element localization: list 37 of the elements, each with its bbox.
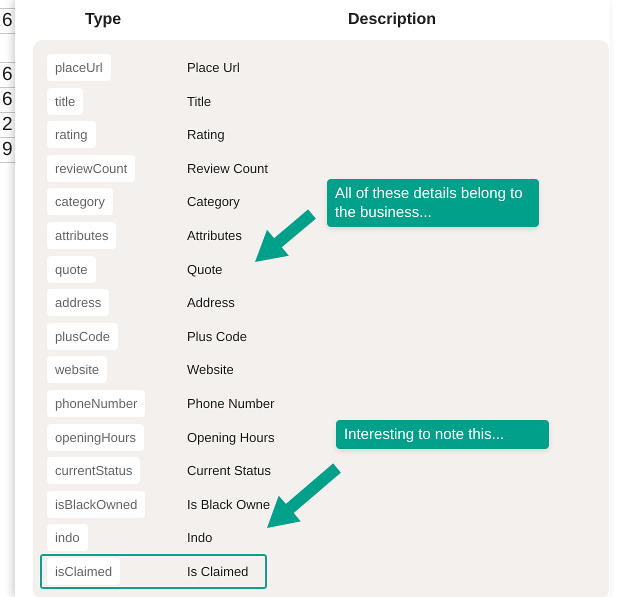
field-description: Place Url	[187, 60, 240, 75]
field-description: Category	[187, 194, 240, 210]
field-description: Phone Number	[187, 396, 274, 411]
field-description: Title	[187, 94, 212, 109]
field-description: Current Status	[187, 463, 271, 478]
field-type-tag: address	[47, 289, 110, 316]
field-description: Website	[187, 362, 234, 378]
field-description: Review Count	[187, 160, 268, 176]
field-description: Plus Code	[187, 328, 247, 344]
field-description: Opening Hours	[187, 430, 274, 445]
field-type-tag: openingHours	[47, 424, 144, 451]
pointer-arrow	[255, 209, 316, 262]
column-header: Description	[348, 11, 438, 29]
field-type-tag: phoneNumber	[47, 390, 146, 417]
field-type-tag: title	[47, 88, 84, 115]
field-description: Is Black Owne	[187, 496, 270, 512]
field-description: Indo	[187, 530, 212, 546]
field-type-tag: currentStatus	[47, 457, 140, 484]
field-type-tag: placeUrl	[47, 54, 111, 81]
column-header: Type	[85, 11, 122, 29]
field-description: Rating	[187, 127, 225, 142]
field-type-tag: plusCode	[47, 322, 118, 350]
annotation-callout: All of these details belong to the business...	[327, 179, 539, 227]
field-description: Attributes	[187, 228, 242, 243]
field-description: Quote	[187, 262, 222, 277]
field-description: Is Claimed	[187, 564, 248, 579]
field-type-tag: indo	[47, 524, 88, 552]
field-description: Address	[187, 295, 235, 310]
field-type-tag: isClaimed	[47, 558, 120, 585]
field-type-tag: website	[47, 356, 108, 384]
field-type-tag: attributes	[47, 222, 116, 249]
field-type-tag: category	[47, 188, 113, 216]
field-type-tag: reviewCount	[47, 154, 136, 182]
annotation-callout: Interesting to note this...	[336, 420, 549, 449]
field-type-tag: rating	[47, 121, 96, 148]
field-type-tag: quote	[47, 256, 96, 283]
field-type-tag: isBlackOwned	[47, 490, 146, 518]
